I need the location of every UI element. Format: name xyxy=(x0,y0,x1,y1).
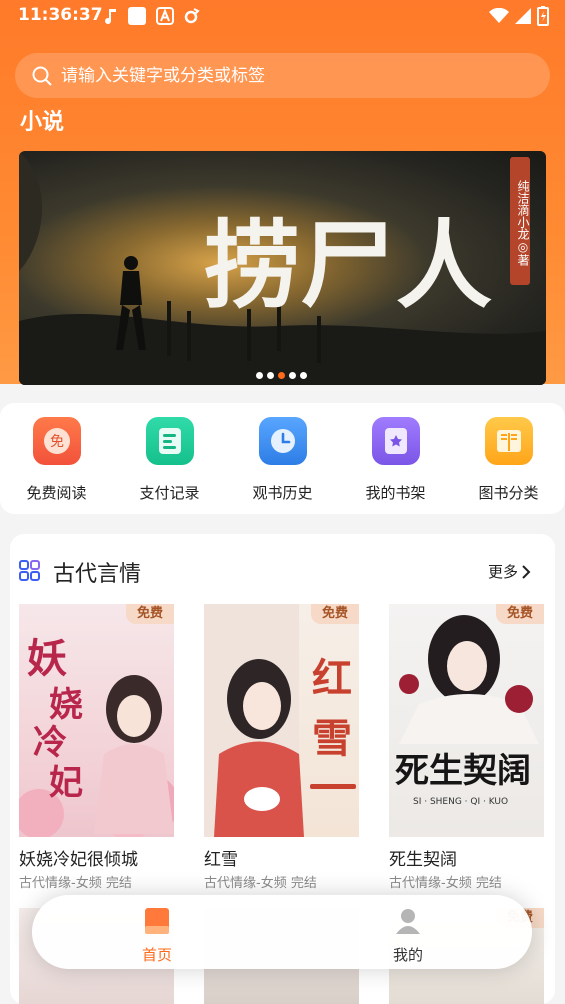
quick-item-label: 支付记录 xyxy=(139,484,200,502)
carousel-dot[interactable] xyxy=(267,372,274,379)
carousel-dot-active[interactable] xyxy=(278,372,285,379)
clock-history-icon xyxy=(258,417,307,465)
nav-label-home: 首页 xyxy=(141,946,172,964)
quick-item-label: 我的书架 xyxy=(365,484,426,502)
quick-menu: 免 免费阅读 支付记录 观书历史 我的书架 图书分类 xyxy=(0,403,565,514)
free-badge: 免费 xyxy=(496,604,544,624)
notification-square-icon xyxy=(128,7,146,25)
book-title: 妖娆冷妃很倾城 xyxy=(19,850,138,870)
book-meta: 古代情缘-女频 完结 xyxy=(19,876,132,891)
svg-text:妖: 妖 xyxy=(27,635,67,682)
quick-item-free-read[interactable]: 免 免费阅读 xyxy=(0,417,113,503)
svg-text:妃: 妃 xyxy=(49,763,83,803)
carousel-dot[interactable] xyxy=(300,372,307,379)
banner-title-art: 捞尸人 xyxy=(204,209,492,322)
book-item[interactable]: 死生契阔 SI · SHENG · QI · KUO 免费 死生契阔 古代情缘-… xyxy=(389,604,544,891)
free-badge: 免费 xyxy=(126,604,174,624)
search-bar[interactable] xyxy=(15,53,550,98)
status-time: 11:36:37 xyxy=(18,5,103,25)
category-title: 古代言情 xyxy=(53,562,142,587)
cell-signal-icon xyxy=(515,8,531,24)
bottom-nav: 首页 我的 xyxy=(32,895,532,969)
carousel-dot[interactable] xyxy=(256,372,263,379)
quick-item-label: 免费阅读 xyxy=(26,484,87,502)
book-cover: 红 雪 免费 xyxy=(204,604,359,837)
text-a-icon xyxy=(156,7,174,25)
book-cover: 妖 娆 冷 妃 免费 xyxy=(19,604,174,837)
search-input[interactable] xyxy=(61,65,501,86)
payment-record-icon xyxy=(145,417,194,465)
free-badge: 免费 xyxy=(311,604,359,624)
banner-author-tag: 纯洁滴小龙◎著 xyxy=(510,157,530,285)
profile-icon xyxy=(396,909,420,934)
battery-icon xyxy=(537,6,549,26)
bookshelf-icon xyxy=(371,417,420,465)
more-label: 更多 xyxy=(487,563,518,581)
category-grid-icon xyxy=(19,560,40,581)
wifi-icon xyxy=(489,8,509,23)
book-title: 红雪 xyxy=(204,850,238,870)
book-meta: 古代情缘-女频 完结 xyxy=(389,876,502,891)
quick-item-payment-record[interactable]: 支付记录 xyxy=(113,417,226,503)
quick-item-reading-history[interactable]: 观书历史 xyxy=(226,417,339,503)
music-note-icon xyxy=(105,9,116,25)
svg-text:红: 红 xyxy=(312,655,352,702)
section-title: 小说 xyxy=(20,110,65,135)
book-title: 死生契阔 xyxy=(389,850,457,870)
chevron-right-icon xyxy=(522,564,531,579)
svg-text:娆: 娆 xyxy=(49,685,83,725)
quick-item-book-category[interactable]: 图书分类 xyxy=(452,417,565,503)
book-item[interactable]: 妖 娆 冷 妃 免费 妖娆冷妃很倾城 古代情缘-女频 完结 xyxy=(19,604,174,891)
carousel-dot[interactable] xyxy=(289,372,296,379)
book-cover: 死生契阔 SI · SHENG · QI · KUO 免费 xyxy=(389,604,544,837)
book-meta: 古代情缘-女频 完结 xyxy=(204,876,317,891)
svg-text:死生契阔: 死生契阔 xyxy=(395,751,531,791)
sync-icon xyxy=(184,8,200,24)
free-read-icon: 免 xyxy=(32,417,81,465)
book-category-icon xyxy=(484,417,533,465)
svg-text:捞尸人: 捞尸人 xyxy=(204,209,492,322)
svg-text:免: 免 xyxy=(50,434,64,450)
status-bar: 11:36:37 xyxy=(0,0,565,32)
search-icon xyxy=(32,66,52,86)
more-link[interactable]: 更多 xyxy=(488,561,531,582)
banner-carousel[interactable]: 捞尸人 纯洁滴小龙◎著 xyxy=(19,151,546,385)
svg-text:冷: 冷 xyxy=(33,723,67,763)
home-book-icon xyxy=(145,908,169,934)
book-item[interactable]: 红 雪 免费 红雪 古代情缘-女频 完结 xyxy=(204,604,359,891)
svg-text:SI · SHENG · QI · KUO: SI · SHENG · QI · KUO xyxy=(413,797,508,807)
quick-item-label: 观书历史 xyxy=(252,484,313,502)
nav-label-profile: 我的 xyxy=(392,946,423,964)
quick-item-bookshelf[interactable]: 我的书架 xyxy=(339,417,452,503)
nav-item-profile[interactable]: 我的 xyxy=(368,907,448,965)
quick-item-label: 图书分类 xyxy=(478,484,539,502)
svg-text:雪: 雪 xyxy=(312,715,352,762)
carousel-dots[interactable] xyxy=(256,372,307,379)
nav-item-home[interactable]: 首页 xyxy=(117,907,197,965)
